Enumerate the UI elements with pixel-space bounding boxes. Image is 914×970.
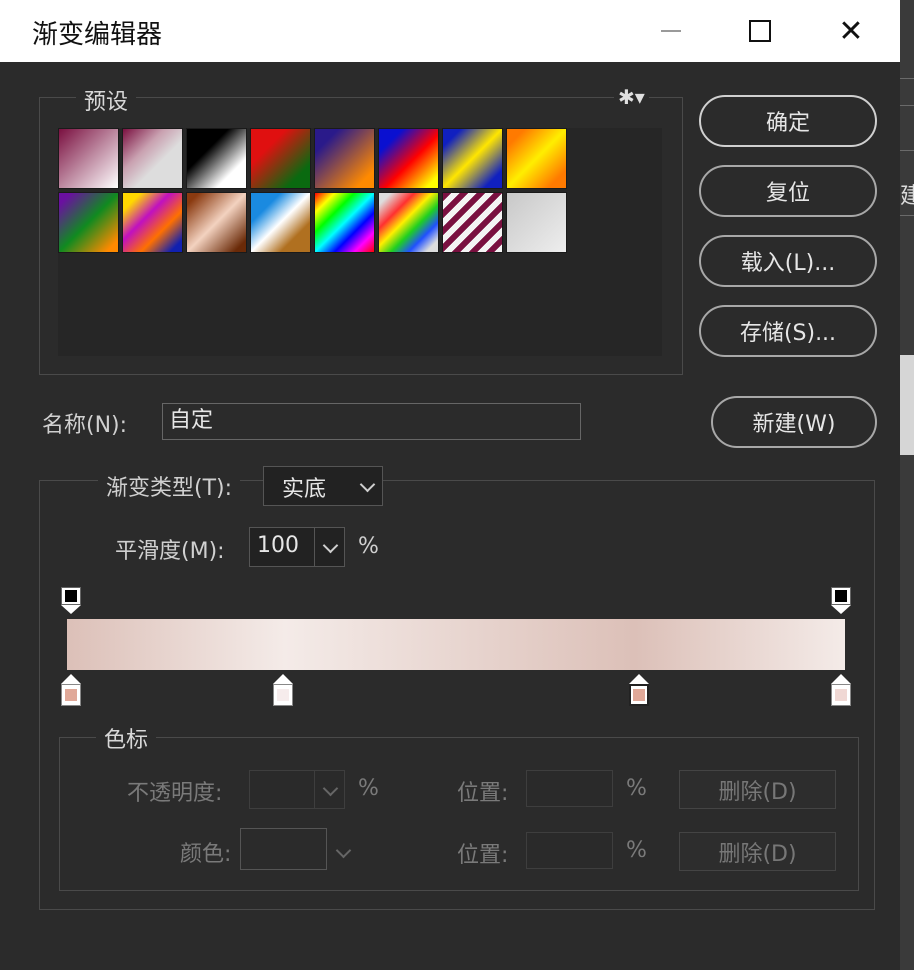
preset-orange-yellow-orange[interactable] — [506, 128, 567, 189]
preset-chrome[interactable] — [250, 192, 311, 253]
preset-red-green[interactable] — [250, 128, 311, 189]
opacity-stop-right[interactable] — [831, 587, 851, 614]
preset-black-white[interactable] — [186, 128, 247, 189]
name-input[interactable]: 自定 — [162, 403, 581, 440]
name-label: 名称(N): — [42, 413, 128, 438]
color-stops-label: 色标 — [96, 722, 157, 754]
ok-button[interactable]: 确定 — [699, 95, 877, 147]
gradient-preview-bar[interactable] — [67, 619, 845, 670]
opacity-unit: % — [358, 776, 379, 801]
color-position-label: 位置: — [457, 843, 509, 868]
presets-label: 预设 — [76, 84, 137, 116]
preset-spectrum[interactable] — [314, 192, 375, 253]
opacity-stop-left[interactable] — [61, 587, 81, 614]
preset-blue-red-yellow[interactable] — [378, 128, 439, 189]
preset-transparent-rainbow[interactable] — [378, 192, 439, 253]
minimize-icon[interactable] — [648, 8, 694, 54]
new-button[interactable]: 新建(W) — [711, 396, 877, 448]
opacity-position-unit: % — [626, 776, 647, 801]
preset-fg-to-bg[interactable] — [58, 128, 119, 189]
preset-blue-yellow-blue[interactable] — [442, 128, 503, 189]
title-bar: 渐变编辑器 ✕ — [0, 0, 900, 62]
smoothness-value: 100 — [257, 533, 299, 558]
window-title: 渐变编辑器 — [32, 20, 163, 50]
gradient-type-label: 渐变类型(T): — [98, 470, 241, 502]
opacity-position-input — [526, 770, 613, 807]
load-button[interactable]: 载入(L)... — [699, 235, 877, 287]
color-stop[interactable] — [61, 674, 81, 706]
opacity-label: 不透明度: — [127, 781, 223, 806]
preset-swatch-grid — [58, 128, 662, 356]
chevron-down-icon — [322, 537, 339, 554]
color-label: 颜色: — [180, 842, 232, 867]
chevron-down-icon — [359, 476, 376, 493]
reset-button[interactable]: 复位 — [699, 165, 877, 217]
background-text-fragment: 建 — [900, 184, 914, 209]
smoothness-unit: % — [358, 534, 379, 559]
chevron-down-icon — [322, 780, 339, 797]
close-icon[interactable]: ✕ — [828, 8, 874, 54]
gear-icon[interactable]: ✱▾ — [614, 85, 649, 109]
smoothness-input[interactable]: 100 — [249, 527, 345, 567]
smoothness-label: 平滑度(M): — [115, 539, 225, 564]
opacity-input — [249, 770, 345, 809]
color-stop[interactable] — [273, 674, 293, 706]
color-position-unit: % — [626, 838, 647, 863]
color-delete-button: 删除(D) — [679, 832, 836, 871]
preset-fg-to-transparent[interactable] — [122, 128, 183, 189]
opacity-delete-button: 删除(D) — [679, 770, 836, 809]
gradient-type-select[interactable]: 实底 — [263, 466, 383, 506]
save-button[interactable]: 存储(S)... — [699, 305, 877, 357]
preset-copper[interactable] — [186, 192, 247, 253]
opacity-position-label: 位置: — [457, 781, 509, 806]
maximize-icon[interactable] — [737, 8, 783, 54]
preset-transparent-stripes[interactable] — [442, 192, 503, 253]
preset-violet-orange[interactable] — [314, 128, 375, 189]
background-window-edge: 建 — [900, 0, 914, 970]
preset-violet-green-orange[interactable] — [58, 192, 119, 253]
gradient-type-value: 实底 — [282, 477, 327, 502]
preset-fg-transparent-checker[interactable] — [506, 192, 567, 253]
color-swatch — [240, 828, 327, 870]
color-stop[interactable] — [629, 674, 649, 706]
preset-yellow-violet-orange-blue[interactable] — [122, 192, 183, 253]
color-position-input — [526, 832, 613, 869]
color-stop[interactable] — [831, 674, 851, 706]
